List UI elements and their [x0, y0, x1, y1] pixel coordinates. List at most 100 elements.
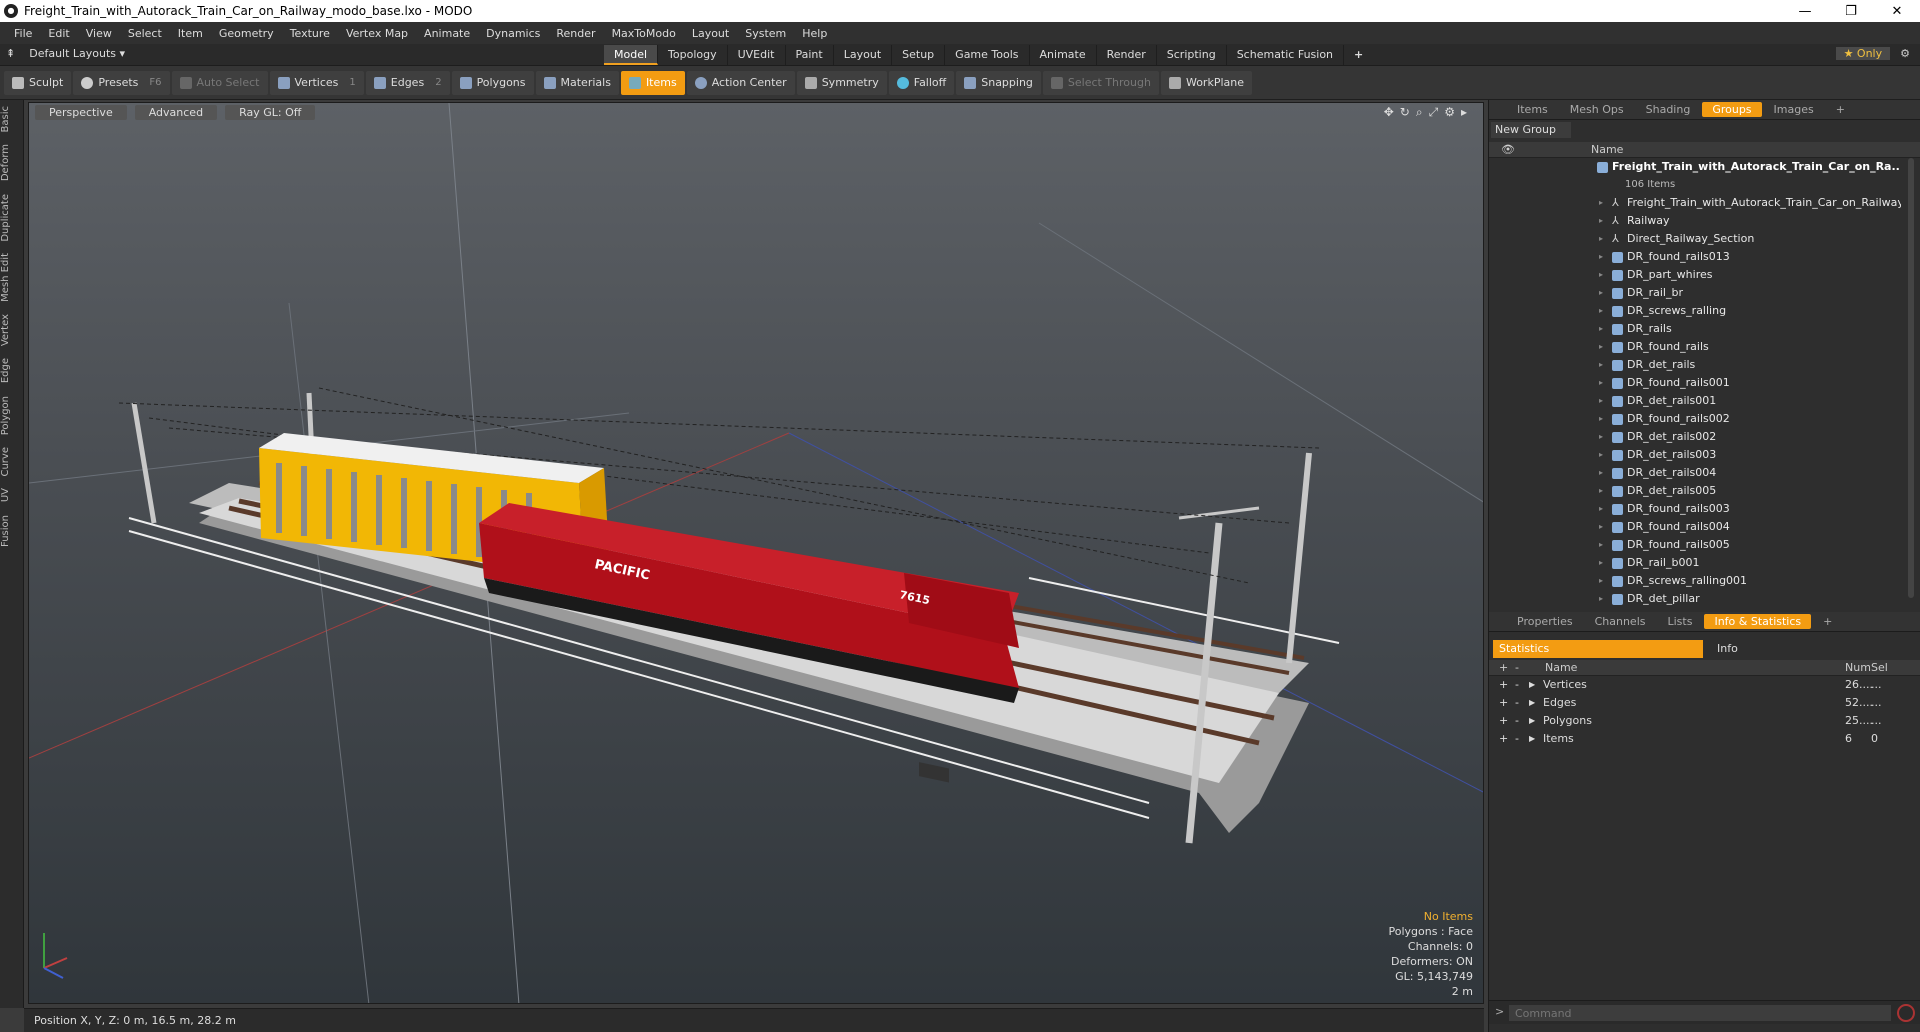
expand-arrow-icon[interactable]: ▸ [1599, 320, 1603, 338]
expand-arrow-icon[interactable]: ▸ [1599, 392, 1603, 410]
3d-viewport[interactable]: PACIFIC 7615 Perspective Advanced Ray GL… [28, 102, 1484, 1004]
expand-arrow-icon[interactable]: ▸ [1599, 428, 1603, 446]
tab-layout[interactable]: Layout [834, 45, 893, 65]
tab-lists[interactable]: Lists [1658, 614, 1703, 629]
expand-arrow-icon[interactable]: ▸ [1599, 518, 1603, 536]
group-item-row[interactable]: ▸ DR_rail_br [1489, 284, 1901, 302]
menu-help[interactable]: Help [794, 27, 835, 40]
items-button[interactable]: Items [620, 70, 685, 95]
gear-icon[interactable]: ⚙ [1900, 47, 1910, 60]
group-item-row[interactable]: ▸ DR_part_whires [1489, 266, 1901, 284]
stats-row-vertices[interactable]: + - ▶ Vertices 26.... ... [1489, 676, 1920, 694]
statistics-tab[interactable]: Statistics [1493, 640, 1703, 658]
group-item-row[interactable]: ▸ ⅄ Railway [1489, 212, 1901, 230]
tab-edge[interactable]: Edge [0, 352, 24, 389]
expand-arrow-icon[interactable]: ▸ [1599, 374, 1603, 392]
group-item-row[interactable]: ▸ DR_det_rails002 [1489, 428, 1901, 446]
tab-groups[interactable]: Groups [1702, 102, 1762, 117]
plus-icon[interactable]: + [1499, 694, 1508, 712]
tab-uv[interactable]: UV [0, 482, 24, 508]
plus-icon[interactable]: + [1499, 730, 1508, 748]
tab-info-statistics[interactable]: Info & Statistics [1704, 614, 1812, 629]
tab-curve[interactable]: Curve [0, 441, 24, 483]
tab-items[interactable]: Items [1507, 102, 1558, 117]
presets-button[interactable]: Presets F6 [73, 70, 170, 95]
menu-dynamics[interactable]: Dynamics [478, 27, 548, 40]
only-toggle[interactable]: ★ Only [1835, 47, 1891, 60]
add-tab-button[interactable]: + [1344, 45, 1373, 65]
menu-edit[interactable]: Edit [40, 27, 77, 40]
view-mode-dropdown[interactable]: Perspective [35, 105, 127, 120]
symmetry-button[interactable]: Symmetry [796, 70, 887, 95]
close-button[interactable]: ✕ [1874, 4, 1920, 19]
workplane-button[interactable]: WorkPlane [1160, 70, 1252, 95]
minus-icon[interactable]: - [1515, 712, 1519, 730]
expand-arrow-icon[interactable]: ▸ [1599, 410, 1603, 428]
tab-duplicate[interactable]: Duplicate [0, 188, 24, 248]
layout-preset-dropdown[interactable]: Default Layouts ▾ [29, 47, 125, 60]
expand-arrow-icon[interactable]: ▸ [1599, 536, 1603, 554]
info-tab[interactable]: Info [1703, 640, 1738, 658]
minimize-button[interactable]: — [1782, 4, 1828, 19]
stats-row-polygons[interactable]: + - ▶ Polygons 25.... ... [1489, 712, 1920, 730]
group-item-row[interactable]: ▸ DR_rails [1489, 320, 1901, 338]
raygl-toggle[interactable]: Ray GL: Off [225, 105, 316, 120]
pan-icon[interactable]: ✥ [1384, 105, 1394, 120]
record-icon[interactable] [1897, 1004, 1915, 1022]
expand-arrow-icon[interactable]: ▸ [1599, 194, 1603, 212]
group-item-row[interactable]: ▸ DR_rail_b001 [1489, 554, 1901, 572]
expand-arrow-icon[interactable]: ▸ [1599, 554, 1603, 572]
expand-arrow-icon[interactable]: ▶ [1529, 712, 1535, 730]
expand-arrow-icon[interactable]: ▸ [1599, 356, 1603, 374]
tab-shading[interactable]: Shading [1636, 102, 1701, 117]
expand-arrow-icon[interactable]: ▸ [1599, 266, 1603, 284]
groups-scrollbar[interactable] [1908, 158, 1914, 598]
menu-item[interactable]: Item [170, 27, 211, 40]
tab-paint[interactable]: Paint [786, 45, 834, 65]
menu-animate[interactable]: Animate [416, 27, 478, 40]
group-item-row[interactable]: ▸ DR_found_rails001 [1489, 374, 1901, 392]
group-item-row[interactable]: ▸ DR_det_rails004 [1489, 464, 1901, 482]
tab-mesh-edit[interactable]: Mesh Edit [0, 247, 24, 308]
materials-button[interactable]: Materials [535, 70, 619, 95]
menu-system[interactable]: System [737, 27, 794, 40]
expand-arrow-icon[interactable]: ▸ [1599, 590, 1603, 606]
menu-view[interactable]: View [78, 27, 120, 40]
collapse-all-icon[interactable]: - [1515, 661, 1519, 674]
tab-fusion[interactable]: Fusion [0, 509, 24, 553]
tab-deform[interactable]: Deform [0, 138, 24, 187]
shading-mode-dropdown[interactable]: Advanced [134, 105, 218, 120]
menu-render[interactable]: Render [548, 27, 603, 40]
minus-icon[interactable]: - [1515, 694, 1519, 712]
expand-arrow-icon[interactable]: ▶ [1529, 694, 1535, 712]
fit-icon[interactable]: ⤢ [1429, 105, 1439, 120]
vertices-button[interactable]: Vertices 1 [269, 70, 364, 95]
polygons-button[interactable]: Polygons [451, 70, 534, 95]
tab-images[interactable]: Images [1764, 102, 1824, 117]
expand-arrow-icon[interactable]: ▸ [1599, 482, 1603, 500]
expand-arrow-icon[interactable]: ▸ [1599, 302, 1603, 320]
viewport-menu-icon[interactable]: ▸ [1461, 105, 1467, 120]
command-input[interactable] [1509, 1005, 1891, 1021]
menu-select[interactable]: Select [120, 27, 170, 40]
tab-basic[interactable]: Basic [0, 100, 24, 138]
group-item-row[interactable]: ▸ DR_det_rails003 [1489, 446, 1901, 464]
expand-arrow-icon[interactable]: ▸ [1599, 464, 1603, 482]
group-item-row[interactable]: ▸ ⅄ Direct_Railway_Section [1489, 230, 1901, 248]
group-item-row[interactable]: ▸ DR_found_rails002 [1489, 410, 1901, 428]
stats-row-edges[interactable]: + - ▶ Edges 52.... ... [1489, 694, 1920, 712]
sculpt-button[interactable]: Sculpt [4, 70, 72, 95]
tab-animate[interactable]: Animate [1030, 45, 1097, 65]
tab-schematic-fusion[interactable]: Schematic Fusion [1227, 45, 1345, 65]
tab-mesh-ops[interactable]: Mesh Ops [1560, 102, 1634, 117]
tab-render[interactable]: Render [1097, 45, 1157, 65]
tab-topology[interactable]: Topology [658, 45, 728, 65]
expand-arrow-icon[interactable]: ▸ [1599, 248, 1603, 266]
expand-arrow-icon[interactable]: ▸ [1599, 500, 1603, 518]
menu-maxtomodo[interactable]: MaxToModo [604, 27, 684, 40]
expand-arrow-icon[interactable]: ▸ [1599, 572, 1603, 590]
edges-button[interactable]: Edges 2 [365, 70, 450, 95]
tab-model[interactable]: Model [604, 45, 659, 65]
stats-row-items[interactable]: + - ▶ Items 6 0 [1489, 730, 1920, 748]
expand-all-icon[interactable]: + [1499, 661, 1508, 674]
